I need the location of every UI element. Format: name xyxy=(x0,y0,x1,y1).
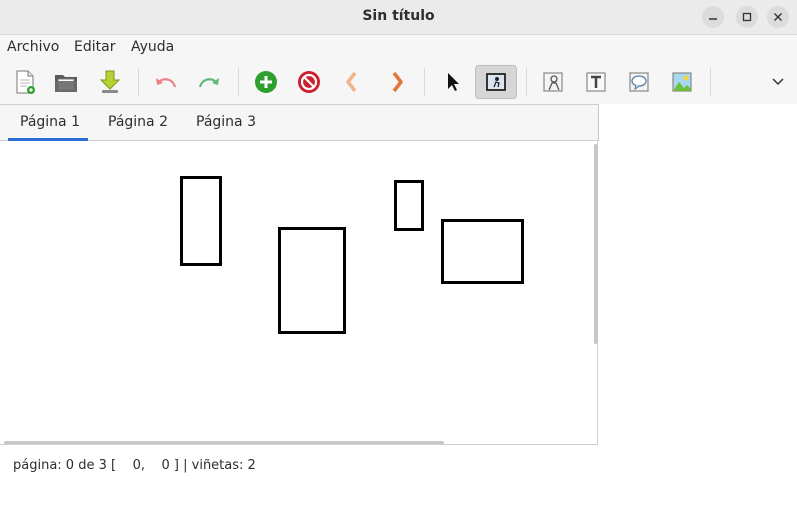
minimize-icon xyxy=(709,18,717,20)
menu-ayuda[interactable]: Ayuda xyxy=(131,39,174,55)
panel-tool-button[interactable] xyxy=(475,65,517,99)
toolbar-separator xyxy=(424,68,425,96)
close-button[interactable] xyxy=(767,6,789,28)
balloon-tool-button[interactable] xyxy=(624,67,654,97)
close-icon xyxy=(774,13,782,21)
maximize-button[interactable] xyxy=(736,6,758,28)
open-folder-icon xyxy=(55,75,77,92)
comic-panel[interactable] xyxy=(278,227,346,334)
redo-button[interactable] xyxy=(194,67,224,97)
new-file-icon xyxy=(16,70,35,94)
panel-tool-icon xyxy=(486,73,506,91)
drawing-canvas[interactable] xyxy=(0,141,598,444)
menu-editar[interactable]: Editar xyxy=(74,39,115,55)
toolbar-separator xyxy=(710,68,711,96)
text-tool-icon xyxy=(586,72,606,92)
toolbar xyxy=(0,60,797,104)
select-pointer-icon xyxy=(448,73,459,91)
menu-bar: Archivo Editar Ayuda xyxy=(0,35,797,60)
character-tool-icon xyxy=(543,72,563,92)
more-options-chevron-icon xyxy=(772,78,784,86)
comic-panel[interactable] xyxy=(441,219,524,284)
speech-bubble-tool-icon xyxy=(629,72,649,92)
undo-icon xyxy=(156,78,177,88)
vertical-scrollbar[interactable] xyxy=(594,144,598,344)
text-tool-button[interactable] xyxy=(581,67,611,97)
comic-panel[interactable] xyxy=(394,180,424,231)
previous-page-button[interactable] xyxy=(337,67,367,97)
open-button[interactable] xyxy=(51,67,81,97)
add-page-icon xyxy=(255,71,277,93)
save-download-icon xyxy=(99,70,121,93)
menu-archivo[interactable]: Archivo xyxy=(7,39,59,55)
next-page-button[interactable] xyxy=(382,67,412,97)
add-page-button[interactable] xyxy=(251,67,281,97)
save-button[interactable] xyxy=(95,67,125,97)
redo-icon xyxy=(198,78,219,88)
title-bar: Sin título xyxy=(0,0,797,35)
minimize-button[interactable] xyxy=(702,6,724,28)
new-button[interactable] xyxy=(10,67,40,97)
window-title: Sin título xyxy=(362,8,435,24)
next-page-icon xyxy=(392,71,403,93)
character-tool-button[interactable] xyxy=(538,67,568,97)
delete-page-button[interactable] xyxy=(294,67,324,97)
page-tabs: Página 1 Página 2 Página 3 xyxy=(0,104,599,141)
tab-pagina-3[interactable]: Página 3 xyxy=(196,114,256,130)
tab-pagina-2[interactable]: Página 2 xyxy=(108,114,168,130)
status-bar: página: 0 de 3 [ 0, 0 ] | viñetas: 2 xyxy=(13,458,256,473)
select-tool-button[interactable] xyxy=(437,67,467,97)
tab-pagina-1[interactable]: Página 1 xyxy=(20,114,80,130)
toolbar-separator xyxy=(526,68,527,96)
maximize-icon xyxy=(742,12,752,22)
image-tool-button[interactable] xyxy=(667,67,697,97)
comic-panel[interactable] xyxy=(180,176,222,266)
canvas-border xyxy=(0,444,598,445)
delete-page-icon xyxy=(298,71,320,93)
toolbar-separator xyxy=(138,68,139,96)
image-tool-icon xyxy=(672,72,692,92)
more-options-button[interactable] xyxy=(763,67,793,97)
toolbar-separator xyxy=(238,68,239,96)
undo-button[interactable] xyxy=(151,67,181,97)
previous-page-icon xyxy=(346,71,357,93)
